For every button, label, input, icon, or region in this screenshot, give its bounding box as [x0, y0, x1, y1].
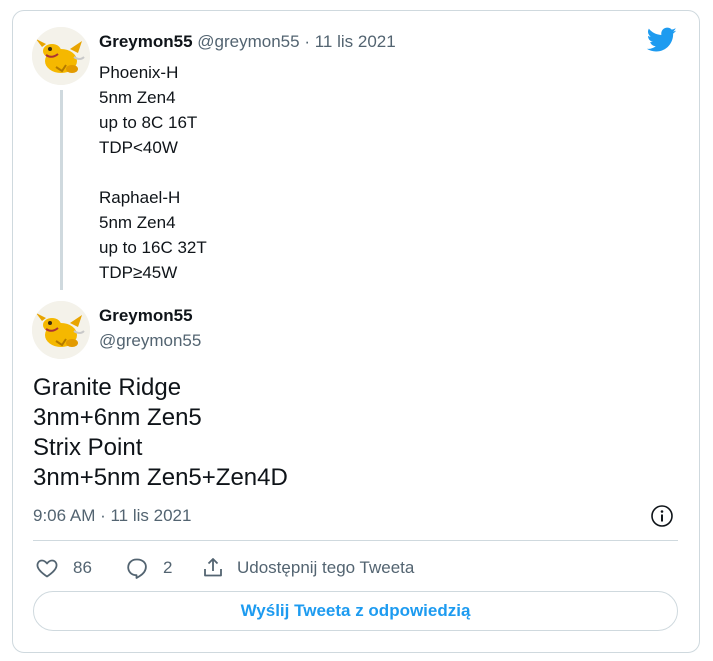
thread-connector-line [60, 90, 63, 290]
author-handle[interactable]: @greymon55 [99, 331, 201, 351]
send-reply-button[interactable]: Wyślij Tweeta z odpowiedzią [33, 591, 678, 631]
heart-icon [36, 559, 58, 578]
share-button[interactable]: Udostępnij tego Tweeta [201, 556, 414, 580]
author-name[interactable]: Greymon55 [99, 306, 193, 326]
tweet-text-line: 3nm+6nm Zen5 [33, 404, 202, 431]
divider [33, 540, 678, 541]
twitter-bird-icon[interactable] [647, 27, 677, 53]
quoted-tweet-header: Greymon55 @greymon55 · 11 lis 2021 [99, 32, 396, 52]
reply-button[interactable]: 2 [125, 556, 172, 580]
speech-bubble-icon [127, 558, 147, 579]
quoted-text-line: 5nm Zen4 [99, 88, 176, 107]
greymon-avatar-icon [32, 27, 90, 85]
share-label: Udostępnij tego Tweeta [237, 558, 415, 577]
quoted-text-line: up to 16C 32T [99, 238, 207, 257]
info-icon[interactable] [650, 504, 674, 528]
quoted-text-line: TDP<40W [99, 138, 178, 157]
tweet-text-line: Strix Point [33, 434, 143, 461]
share-icon [204, 558, 222, 577]
tweet-text-line: 3nm+5nm Zen5+Zen4D [33, 464, 288, 491]
tweet-text: Granite Ridge 3nm+6nm Zen5 Strix Point 3… [33, 373, 288, 493]
quoted-date[interactable]: 11 lis 2021 [315, 32, 396, 51]
quoted-author-name[interactable]: Greymon55 [99, 32, 193, 51]
quoted-text-line: 5nm Zen4 [99, 213, 176, 232]
like-button[interactable]: 86 [35, 556, 92, 580]
quoted-text-line [99, 160, 207, 185]
quoted-text-line: Phoenix-H [99, 63, 179, 82]
greymon-avatar-icon [32, 301, 90, 359]
tweet-timestamp[interactable]: 9:06 AM · 11 lis 2021 [33, 506, 191, 526]
quoted-text-line: TDP≥45W [99, 263, 178, 282]
like-count: 86 [73, 558, 92, 577]
avatar[interactable] [32, 27, 90, 85]
quoted-text-line: up to 8C 16T [99, 113, 198, 132]
tweet-text-line: Granite Ridge [33, 374, 182, 401]
avatar[interactable] [32, 301, 90, 359]
quoted-text-line: Raphael-H [99, 188, 181, 207]
quoted-tweet-text: Phoenix-H 5nm Zen4 up to 8C 16T TDP<40W … [99, 60, 207, 285]
meta-separator: · [304, 32, 310, 51]
reply-count: 2 [163, 558, 173, 577]
quoted-author-handle[interactable]: @greymon55 [197, 32, 299, 51]
